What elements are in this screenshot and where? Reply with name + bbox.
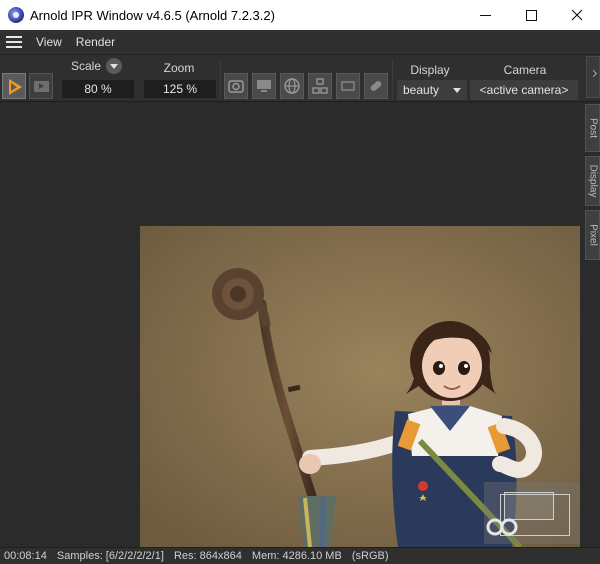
render-viewport[interactable] <box>0 103 584 547</box>
nodes-icon <box>312 78 328 94</box>
region-icon <box>341 81 355 91</box>
menu-render[interactable]: Render <box>76 35 115 49</box>
tab-pixel[interactable]: Pixel <box>585 210 600 260</box>
minimize-icon <box>479 14 491 16</box>
navigator-minimap[interactable] <box>484 482 580 544</box>
tab-display[interactable]: Display <box>585 156 600 206</box>
scale-dropdown-icon[interactable] <box>106 58 122 74</box>
toolbar-divider <box>220 59 221 99</box>
status-memory: Mem: 4286.10 MB <box>251 550 342 562</box>
zoom-value-field[interactable]: 125 % <box>144 80 216 98</box>
render-sequence-icon <box>34 81 49 92</box>
zoom-label: Zoom <box>163 61 195 75</box>
minimize-button[interactable] <box>462 0 508 30</box>
clear-button[interactable] <box>364 73 388 99</box>
close-button[interactable] <box>554 0 600 30</box>
camera-dropdown[interactable]: <active camera> <box>470 80 578 100</box>
status-render-time: 00:08:14 <box>4 550 47 562</box>
global-settings-button[interactable] <box>280 73 304 99</box>
display-label: Display <box>410 63 450 77</box>
collapse-panel-button[interactable] <box>586 56 600 98</box>
chevron-down-icon <box>453 88 461 93</box>
crop-region-button[interactable] <box>336 73 360 99</box>
hamburger-menu-icon[interactable] <box>6 36 22 48</box>
display-aov-dropdown[interactable]: beauty <box>397 80 467 100</box>
scale-value-field[interactable]: 80 % <box>62 80 134 98</box>
scale-label: Scale <box>70 59 102 73</box>
eraser-icon <box>370 81 382 91</box>
chevron-left-icon <box>589 69 598 78</box>
arnold-logo-icon <box>486 518 518 536</box>
display-output-button[interactable] <box>252 73 276 99</box>
close-icon <box>571 9 583 21</box>
snapshot-icon <box>228 80 244 93</box>
status-resolution: Res: 864x864 <box>173 550 242 562</box>
status-bar: 00:08:14 Samples: [6/2/2/2/2/1] Res: 864… <box>0 547 600 564</box>
globe-icon <box>284 78 300 94</box>
maximize-button[interactable] <box>508 0 554 30</box>
tab-post[interactable]: Post <box>585 104 600 152</box>
title-bar: Arnold IPR Window v4.6.5 (Arnold 7.2.3.2… <box>0 0 600 30</box>
menu-view[interactable]: View <box>36 35 62 49</box>
toolbar: Scale 80 % Zoom 125 % Display beauty Cam… <box>0 54 600 102</box>
status-samples: Samples: [6/2/2/2/2/1] <box>56 550 164 562</box>
status-colorspace: (sRGB) <box>351 550 389 562</box>
arnold-app-icon <box>8 7 24 23</box>
window-title: Arnold IPR Window v4.6.5 (Arnold 7.2.3.2… <box>30 7 275 23</box>
start-render-button[interactable] <box>2 73 26 99</box>
isolate-selected-button[interactable] <box>308 73 332 99</box>
maximize-icon <box>525 9 537 21</box>
snapshot-button[interactable] <box>224 73 248 99</box>
camera-label: Camera <box>503 63 547 77</box>
toolbar-divider <box>392 59 393 99</box>
display-aov-value: beauty <box>403 83 440 97</box>
monitor-icon <box>257 80 271 92</box>
render-sequence-button[interactable] <box>29 73 53 99</box>
menu-bar: View Render <box>0 30 600 54</box>
